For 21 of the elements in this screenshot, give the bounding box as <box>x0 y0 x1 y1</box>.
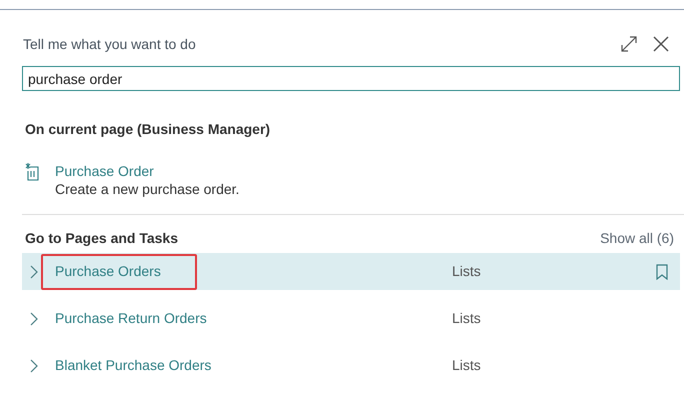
action-description: Create a new purchase order. <box>55 180 240 198</box>
search-field[interactable]: purchase order <box>22 66 680 91</box>
result-name: Purchase Return Orders <box>55 309 208 328</box>
chevron-right-icon <box>30 312 38 326</box>
chevron-right-icon <box>30 264 38 278</box>
section-heading: Go to Pages and Tasks <box>25 228 178 248</box>
result-row[interactable]: Purchase Orders Lists <box>22 253 680 290</box>
dialog-title: Tell me what you want to do <box>23 34 196 54</box>
result-category: Lists <box>452 309 481 328</box>
chevron-right-icon <box>30 358 38 372</box>
result-name: Purchase Orders <box>55 262 162 281</box>
action-link[interactable]: Purchase Order <box>55 162 240 180</box>
close-icon[interactable] <box>652 35 670 53</box>
bookmark-icon[interactable] <box>656 264 668 280</box>
result-name: Blanket Purchase Orders <box>55 356 212 375</box>
section-heading: On current page (Business Manager) <box>25 120 272 139</box>
show-all-link[interactable]: Show all (6) <box>600 228 674 248</box>
new-document-icon <box>25 163 41 181</box>
result-category: Lists <box>452 262 481 281</box>
expand-icon[interactable] <box>620 35 638 53</box>
result-category: Lists <box>452 356 481 375</box>
